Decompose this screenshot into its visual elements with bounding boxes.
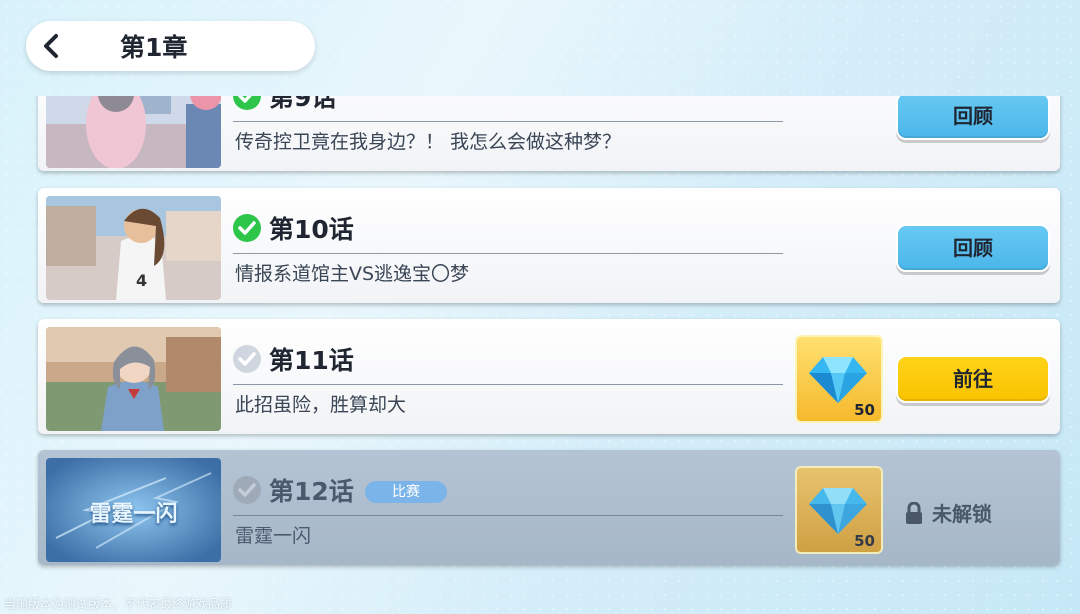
episode-title: 第10话 bbox=[269, 215, 354, 244]
build-disclaimer: 当前版本为测试版本，不代表最终游戏品质 bbox=[4, 597, 233, 611]
back-arrow-icon bbox=[44, 34, 58, 58]
episode-thumbnail bbox=[46, 96, 221, 168]
episode-subtitle: 雷霆一闪 bbox=[235, 525, 312, 547]
episode-title: 第12话 bbox=[269, 477, 354, 506]
lock-icon bbox=[906, 501, 922, 524]
divider bbox=[233, 253, 783, 254]
thumbnail-text: 雷霆一闪 bbox=[89, 502, 178, 527]
episode-thumbnail bbox=[46, 327, 221, 431]
reward-count: 50 bbox=[854, 532, 875, 550]
completed-check-icon bbox=[233, 96, 261, 110]
episode-card-9: 第9话 传奇控卫竟在我身边？！ 我怎么会做这种梦？ 回顾 bbox=[38, 96, 1060, 171]
incomplete-check-icon bbox=[233, 476, 261, 504]
episode-subtitle: 情报系道馆主VS逃逸宝〇梦 bbox=[235, 263, 470, 285]
go-button[interactable]: 前往 bbox=[896, 355, 1050, 403]
completed-check-icon bbox=[233, 214, 261, 242]
divider bbox=[233, 121, 783, 122]
episode-card-12: 雷霆一闪 第12话 比赛 雷霆一闪 50 未解锁 bbox=[38, 450, 1060, 565]
reward-count: 50 bbox=[854, 401, 875, 419]
episode-thumbnail: 雷霆一闪 bbox=[46, 458, 221, 562]
review-button[interactable]: 回顾 bbox=[896, 224, 1050, 272]
locked-status: 未解锁 bbox=[904, 498, 992, 527]
chapter-title: 第1章 bbox=[120, 33, 188, 62]
episode-subtitle: 传奇控卫竟在我身边？！ 我怎么会做这种梦？ bbox=[235, 131, 622, 153]
episode-title: 第11话 bbox=[269, 346, 354, 375]
svg-text:4: 4 bbox=[136, 271, 147, 290]
divider bbox=[233, 384, 783, 385]
match-tag: 比赛 bbox=[365, 481, 447, 503]
episode-thumbnail: 4 bbox=[46, 196, 221, 300]
episode-list[interactable]: 第9话 传奇控卫竟在我身边？！ 我怎么会做这种梦？ 回顾 4 第10话 情报系道… bbox=[0, 96, 1080, 586]
back-button[interactable] bbox=[26, 21, 76, 71]
diamond-icon bbox=[809, 357, 867, 403]
diamond-icon bbox=[809, 488, 867, 534]
chapter-header: 第1章 bbox=[26, 21, 315, 71]
episode-subtitle: 此招虽险，胜算却大 bbox=[235, 394, 407, 416]
incomplete-check-icon bbox=[233, 345, 261, 373]
episode-card-10: 4 第10话 情报系道馆主VS逃逸宝〇梦 回顾 bbox=[38, 188, 1060, 303]
episode-card-11: 第11话 此招虽险，胜算却大 50 前往 bbox=[38, 319, 1060, 434]
divider bbox=[233, 515, 783, 516]
review-button[interactable]: 回顾 bbox=[896, 96, 1050, 140]
locked-label: 未解锁 bbox=[932, 502, 992, 526]
reward-item[interactable]: 50 bbox=[795, 335, 883, 423]
episode-title: 第9话 bbox=[269, 96, 337, 112]
reward-item[interactable]: 50 bbox=[795, 466, 883, 554]
